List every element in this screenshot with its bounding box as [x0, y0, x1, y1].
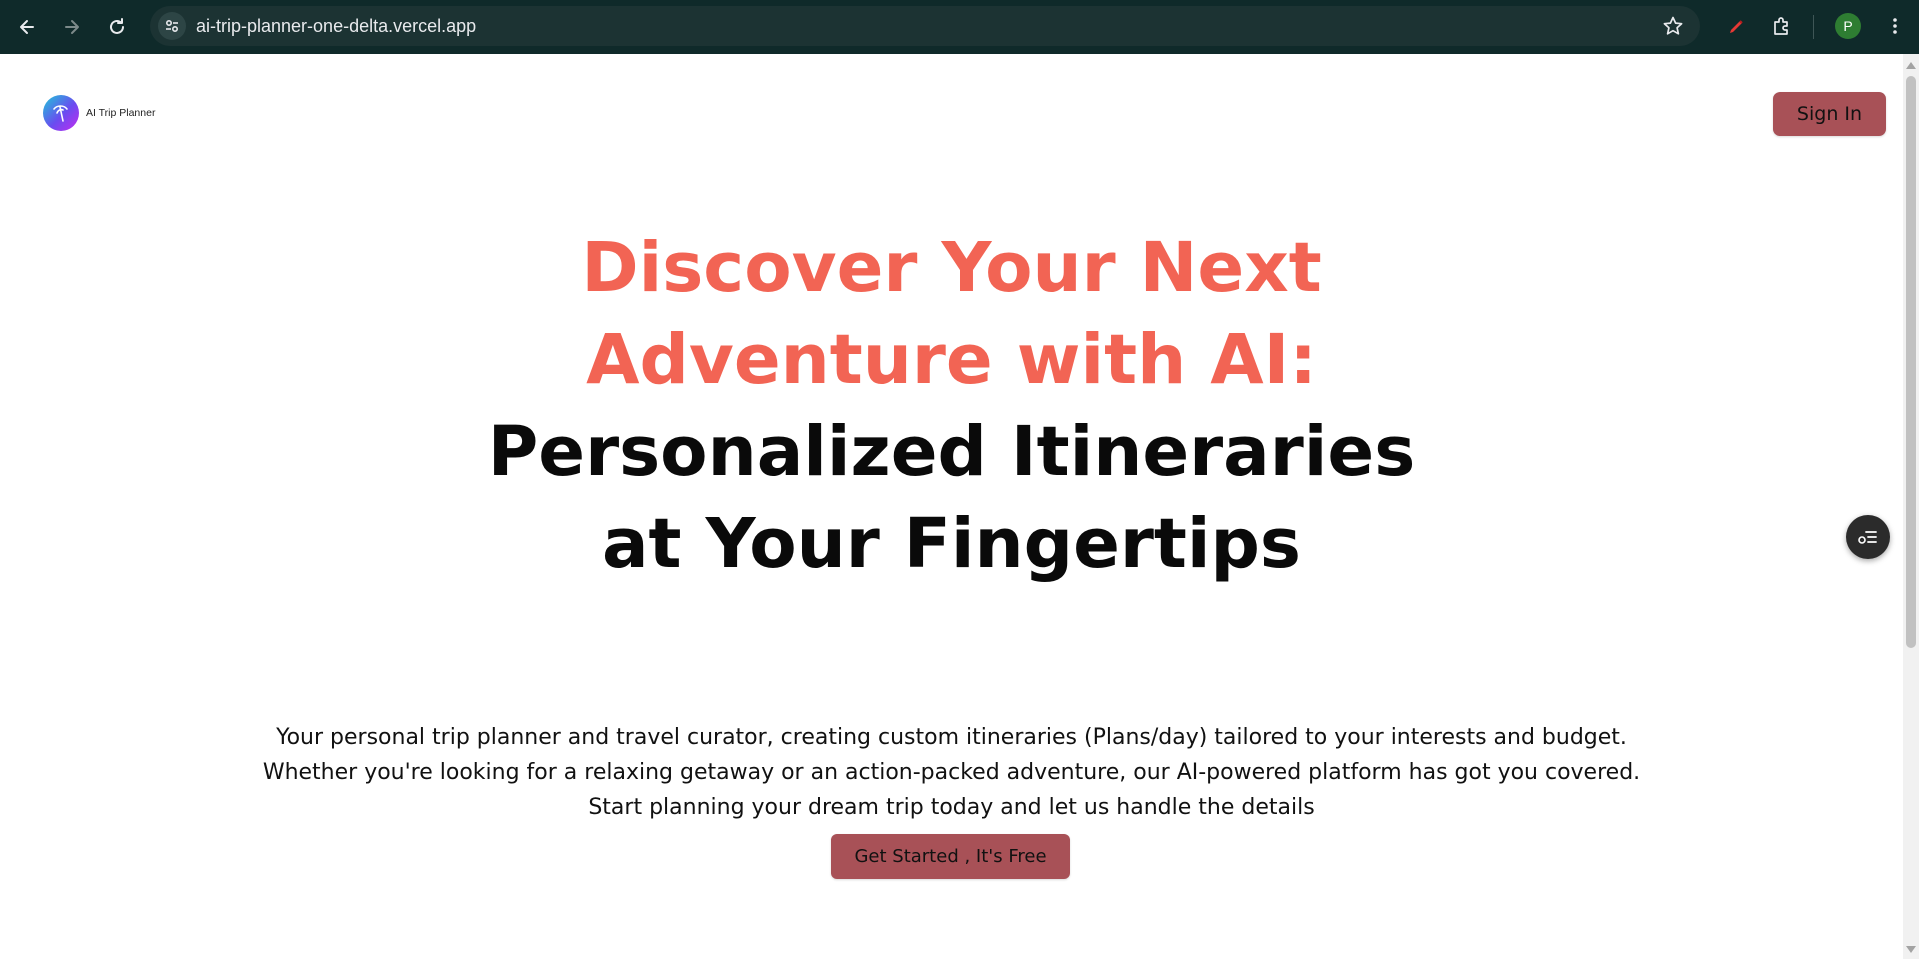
- description-line-2: Whether you're looking for a relaxing ge…: [262, 760, 1641, 785]
- site-info-icon[interactable]: [158, 12, 186, 40]
- hero-line-4: at Your Fingertips: [602, 504, 1301, 584]
- reload-icon[interactable]: [101, 11, 133, 43]
- bookmark-star-icon[interactable]: [1662, 15, 1684, 37]
- scroll-up-arrow-icon[interactable]: [1906, 62, 1916, 69]
- get-started-button[interactable]: Get Started , It's Free: [831, 834, 1070, 879]
- back-icon[interactable]: [11, 11, 43, 43]
- forward-icon[interactable]: [56, 11, 88, 43]
- hero-line-2: Adventure with AI:: [586, 320, 1317, 400]
- extension-pen-icon[interactable]: [1722, 12, 1750, 40]
- hero-headline: Discover Your Next Adventure with AI: Pe…: [0, 222, 1903, 590]
- description-line-3: Start planning your dream trip today and…: [588, 795, 1315, 820]
- hero-line-1: Discover Your Next: [581, 228, 1322, 308]
- hero-line-3: Personalized Itineraries: [487, 412, 1416, 492]
- sign-in-button[interactable]: Sign In: [1773, 92, 1886, 136]
- more-menu-icon[interactable]: [1881, 12, 1909, 40]
- vertical-scrollbar[interactable]: [1903, 54, 1919, 959]
- address-bar[interactable]: ai-trip-planner-one-delta.vercel.app: [150, 6, 1700, 46]
- scrollbar-thumb[interactable]: [1906, 76, 1916, 648]
- profile-avatar[interactable]: P: [1835, 13, 1861, 39]
- floating-menu-icon[interactable]: [1846, 515, 1890, 559]
- browser-toolbar: ai-trip-planner-one-delta.vercel.app P: [0, 0, 1919, 54]
- toolbar-separator: [1813, 15, 1814, 39]
- description-line-1: Your personal trip planner and travel cu…: [276, 725, 1627, 750]
- extensions-puzzle-icon[interactable]: [1768, 12, 1796, 40]
- url-text[interactable]: ai-trip-planner-one-delta.vercel.app: [196, 16, 476, 37]
- page-viewport: AI Trip Planner Sign In Discover Your Ne…: [0, 54, 1919, 959]
- brand-name: AI Trip Planner: [86, 107, 156, 119]
- logo-icon[interactable]: [43, 95, 79, 131]
- hero-description: Your personal trip planner and travel cu…: [0, 720, 1903, 825]
- scroll-down-arrow-icon[interactable]: [1906, 946, 1916, 953]
